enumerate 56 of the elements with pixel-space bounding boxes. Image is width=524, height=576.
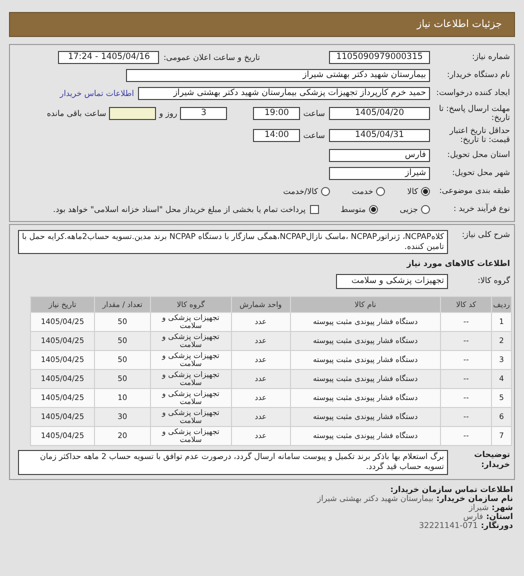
field-label: تاریخ و ساعت اعلان عمومی:: [163, 52, 260, 62]
contact-label: شهر:: [492, 503, 513, 512]
contact-value: فارس: [463, 512, 484, 521]
option-label: خدمت: [352, 186, 374, 196]
field-label: طبقه بندی موضوعی:: [438, 186, 511, 196]
goods-group-field[interactable]: تجهیزات پزشکی و سلامت: [336, 274, 448, 288]
field-label: روز و: [159, 108, 178, 118]
buyer-contact-link[interactable]: اطلاعات تماس خریدار: [60, 88, 134, 98]
field-label: حداقل تاریخ اعتبار قیمت: تا تاریخ:: [448, 126, 511, 144]
field-label: ساعت باقی مانده: [46, 108, 106, 118]
city-field[interactable]: شیراز: [329, 166, 430, 180]
contact-label: دورنگار:: [480, 521, 513, 530]
need-number-field[interactable]: 1105090979000315: [329, 50, 430, 64]
contact-value: بیمارستان شهید دکتر بهشتی شیراز: [317, 494, 434, 503]
description-box: کلاهNCPAP، ژنراتورNCPAP ،ماسک نازالNCPAP،همگی سازگار با دستگاه NCPAP برند مدین.تسویه حساب2ماهه.کرایه حمل با تامین کننده.: [18, 230, 448, 254]
buyer-field[interactable]: بیمارستان شهید دکتر بهشتی شیراز: [126, 68, 430, 82]
option-label: کالا: [407, 186, 418, 196]
deadline-date-field[interactable]: 1405/04/20: [329, 106, 430, 120]
validity-time-field[interactable]: 14:00: [253, 128, 300, 142]
contact-label: نام سازمان خریدار:: [436, 494, 513, 503]
requester-field[interactable]: حمید خرم کارپرداز تجهیزات پزشکی بیمارستان شهید دکتر بهشتی شیراز: [138, 86, 430, 100]
contact-title: اطلاعات تماس سازمان خریدار:: [389, 485, 513, 494]
field-label: ساعت: [303, 108, 325, 118]
page-title: جزئیات اطلاعات نیاز: [416, 19, 502, 30]
field-label: شماره نیاز:: [471, 52, 511, 62]
field-label: نام دستگاه خریدار:: [446, 70, 511, 80]
deadline-time-field[interactable]: 19:00: [253, 106, 300, 120]
days-field[interactable]: 3: [180, 106, 228, 120]
radio-button[interactable]: [376, 186, 386, 196]
field-label: نوع فرآیند خرید :: [452, 204, 511, 214]
contact-value: 32221141-071: [418, 521, 478, 530]
province-field[interactable]: فارس: [329, 148, 430, 162]
checkbox-label: پرداخت تمام یا بخشی از مبلغ خریداز محل "اسناد خزانه اسلامی" خواهد بود.: [53, 204, 306, 214]
option-label: متوسط: [340, 204, 366, 214]
announce-date-field[interactable]: 1405/04/16 - 17:24: [58, 50, 160, 64]
option-label: جزیی: [400, 204, 418, 214]
checkbox[interactable]: [310, 204, 319, 214]
contact-label: استان:: [486, 512, 513, 521]
validity-date-field[interactable]: 1405/04/31: [329, 128, 430, 142]
option-label: کالا/خدمت: [283, 186, 318, 196]
field-label: ساعت: [303, 130, 325, 140]
radio-button[interactable]: [320, 186, 330, 196]
radio-button[interactable]: [421, 186, 430, 196]
contact-value: شیراز: [469, 503, 489, 512]
field-label: ایجاد کننده درخواست:: [435, 88, 511, 98]
field-label: شرح کلی نیاز:: [460, 230, 511, 240]
field-label: گروه کالا:: [476, 276, 511, 286]
radio-button[interactable]: [368, 204, 378, 214]
section-heading: اطلاعات کالاهای مورد نیاز: [406, 258, 511, 268]
field-label: توضیحات خریدار:: [473, 450, 511, 469]
radio-button[interactable]: [421, 204, 430, 214]
remaining-hours-field[interactable]: [109, 106, 156, 120]
field-label: مهلت ارسال پاسخ: تا تاریخ:: [438, 104, 511, 122]
field-label: شهر محل تحویل:: [451, 168, 511, 178]
notes-box: برگ استعلام بها باذکر برند تکمیل و پیوست سامانه ارسال گردد، درصورت عدم توافق با تسویه حساب 2 ماهه حداکثر زمان تسویه حساب قید گردد.: [18, 450, 448, 475]
field-label: استان محل تحویل:: [446, 150, 511, 160]
